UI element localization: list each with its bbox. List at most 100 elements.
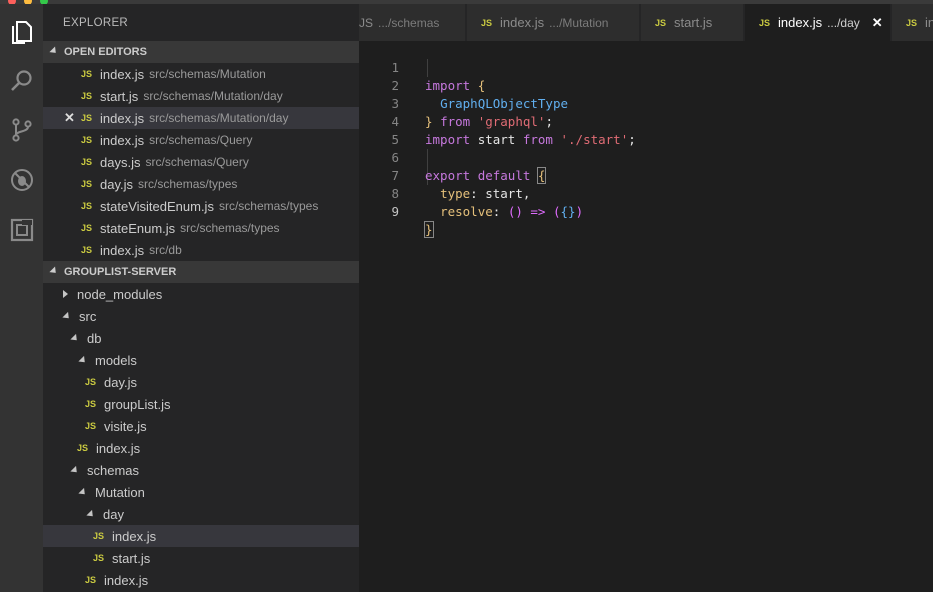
tree-folder[interactable]: node_modules bbox=[43, 283, 359, 305]
tree-folder[interactable]: Mutation bbox=[43, 481, 359, 503]
tree-folder[interactable]: models bbox=[43, 349, 359, 371]
js-file-icon: JS bbox=[81, 91, 93, 101]
code-line: 2 GraphQLObjectType bbox=[359, 59, 933, 111]
js-file-icon: JS bbox=[906, 17, 918, 28]
code-line: 7 type: start, bbox=[359, 149, 933, 201]
project-header[interactable]: GROUPLIST-SERVER bbox=[43, 261, 359, 283]
token: => bbox=[530, 204, 546, 219]
open-editor-item[interactable]: JS index.js src/schemas/Mutation bbox=[43, 63, 359, 85]
tree-label: db bbox=[87, 330, 102, 346]
token: resolve bbox=[440, 204, 493, 219]
debug-icon[interactable] bbox=[6, 164, 37, 195]
js-file-icon: JS bbox=[85, 399, 97, 409]
activity-bar bbox=[0, 4, 43, 592]
project-label: GROUPLIST-SERVER bbox=[64, 266, 177, 278]
open-editor-item[interactable]: JS start.js src/schemas/Mutation/day bbox=[43, 85, 359, 107]
explorer-title: EXPLORER bbox=[63, 17, 129, 29]
tree-label: node_modules bbox=[77, 286, 163, 302]
editor-tab-bar: JS .../schemas JS index.js .../Mutation … bbox=[359, 4, 933, 41]
chevron-down-icon bbox=[86, 509, 96, 519]
file-name: start.js bbox=[100, 88, 139, 104]
tree-file[interactable]: JS day.js bbox=[43, 371, 359, 393]
tree-folder[interactable]: src bbox=[43, 305, 359, 327]
tree-label: Mutation bbox=[95, 484, 145, 500]
tree-folder[interactable]: schemas bbox=[43, 459, 359, 481]
explorer-sidebar: EXPLORER OPEN EDITORS JS index.js src/sc… bbox=[43, 4, 359, 592]
tab-name: index.js bbox=[778, 15, 823, 30]
js-file-icon: JS bbox=[481, 17, 493, 28]
tree-folder[interactable]: db bbox=[43, 327, 359, 349]
open-editor-item[interactable]: JS stateEnum.js src/schemas/types bbox=[43, 217, 359, 239]
chevron-down-icon bbox=[78, 355, 88, 365]
js-file-icon: JS bbox=[81, 245, 93, 255]
editor-tab[interactable]: JS .../schemas bbox=[359, 4, 466, 41]
token: {} bbox=[560, 204, 576, 219]
files-icon[interactable] bbox=[6, 16, 37, 47]
tab-name: in bbox=[925, 15, 933, 30]
js-file-icon: JS bbox=[77, 443, 89, 453]
code-line: 5 bbox=[359, 113, 933, 147]
file-name: index.js bbox=[100, 66, 145, 82]
js-file-icon: JS bbox=[85, 575, 97, 585]
tree-label: index.js bbox=[104, 572, 149, 588]
open-editor-item[interactable]: JS index.js src/db bbox=[43, 239, 359, 261]
tree-file[interactable]: JS groupList.js bbox=[43, 393, 359, 415]
tree-label: visite.js bbox=[104, 418, 147, 434]
open-editors-header[interactable]: OPEN EDITORS bbox=[43, 41, 359, 63]
open-editor-item[interactable]: JS days.js src/schemas/Query bbox=[43, 151, 359, 173]
code-line: 4 import start from './start'; bbox=[359, 95, 933, 147]
file-path: src/schemas/types bbox=[218, 199, 319, 213]
js-file-icon: JS bbox=[81, 179, 93, 189]
tree-folder[interactable]: day bbox=[43, 503, 359, 525]
code-editor[interactable]: 1 import { 2 GraphQLObjectType 3 } from … bbox=[359, 41, 933, 592]
tree-file[interactable]: JS index.js bbox=[43, 569, 359, 591]
editor-tab[interactable]: JS start.js bbox=[641, 4, 744, 41]
js-file-icon: JS bbox=[81, 157, 93, 167]
open-editor-item[interactable]: JS day.js src/schemas/types bbox=[43, 173, 359, 195]
editor-tab[interactable]: JS index.js .../Mutation bbox=[467, 4, 640, 41]
chevron-down-icon bbox=[49, 45, 59, 56]
editor-tab[interactable]: JS in bbox=[892, 4, 933, 41]
open-editor-item-active[interactable]: ✕ JS index.js src/schemas/Mutation/day bbox=[43, 107, 359, 129]
tree-file[interactable]: JS visite.js bbox=[43, 415, 359, 437]
source-control-icon[interactable] bbox=[6, 114, 37, 145]
tree-file-selected[interactable]: JS index.js bbox=[43, 525, 359, 547]
js-file-icon: JS bbox=[93, 531, 105, 541]
file-path: src/schemas/Mutation/day bbox=[149, 111, 289, 125]
tree-label: groupList.js bbox=[104, 396, 171, 412]
close-icon[interactable]: ✕ bbox=[64, 110, 75, 126]
tab-name: start.js bbox=[674, 15, 713, 30]
token: ( bbox=[553, 204, 561, 219]
close-icon[interactable]: ✕ bbox=[872, 15, 883, 31]
code-line: 6 export default { bbox=[359, 131, 933, 184]
extensions-icon[interactable] bbox=[6, 214, 37, 245]
open-editor-item[interactable]: JS index.js src/schemas/Query bbox=[43, 129, 359, 151]
chevron-right-icon bbox=[63, 290, 68, 298]
js-file-icon: JS bbox=[93, 553, 105, 563]
js-file-icon: JS bbox=[81, 113, 93, 123]
file-name: stateVisitedEnum.js bbox=[100, 198, 214, 214]
file-path: src/schemas/Mutation/day bbox=[143, 89, 283, 103]
tree-label: start.js bbox=[112, 550, 151, 566]
tree-file[interactable]: JS start.js bbox=[43, 547, 359, 569]
code-line: 3 } from 'graphql'; bbox=[359, 77, 933, 129]
token: ) bbox=[575, 204, 584, 219]
tab-name: index.js bbox=[500, 15, 545, 30]
editor-tab-active[interactable]: JS index.js .../day ✕ bbox=[745, 4, 891, 41]
chevron-down-icon bbox=[70, 465, 80, 475]
token: () bbox=[507, 204, 523, 219]
file-path: src/schemas/Mutation bbox=[149, 67, 266, 81]
file-path: src/schemas/types bbox=[138, 177, 238, 191]
open-editor-item[interactable]: JS stateVisitedEnum.js src/schemas/types bbox=[43, 195, 359, 217]
js-file-icon: JS bbox=[85, 377, 97, 387]
chevron-down-icon bbox=[49, 265, 59, 276]
file-name: day.js bbox=[100, 176, 134, 192]
file-name: index.js bbox=[100, 242, 145, 258]
tree-file[interactable]: JS index.js bbox=[43, 437, 359, 459]
tree-label: day.js bbox=[104, 374, 138, 390]
js-file-icon: JS bbox=[81, 223, 93, 233]
js-file-icon: JS bbox=[81, 201, 93, 211]
file-path: src/schemas/types bbox=[180, 221, 280, 235]
tree-label: index.js bbox=[96, 440, 141, 456]
search-icon[interactable] bbox=[6, 65, 37, 96]
